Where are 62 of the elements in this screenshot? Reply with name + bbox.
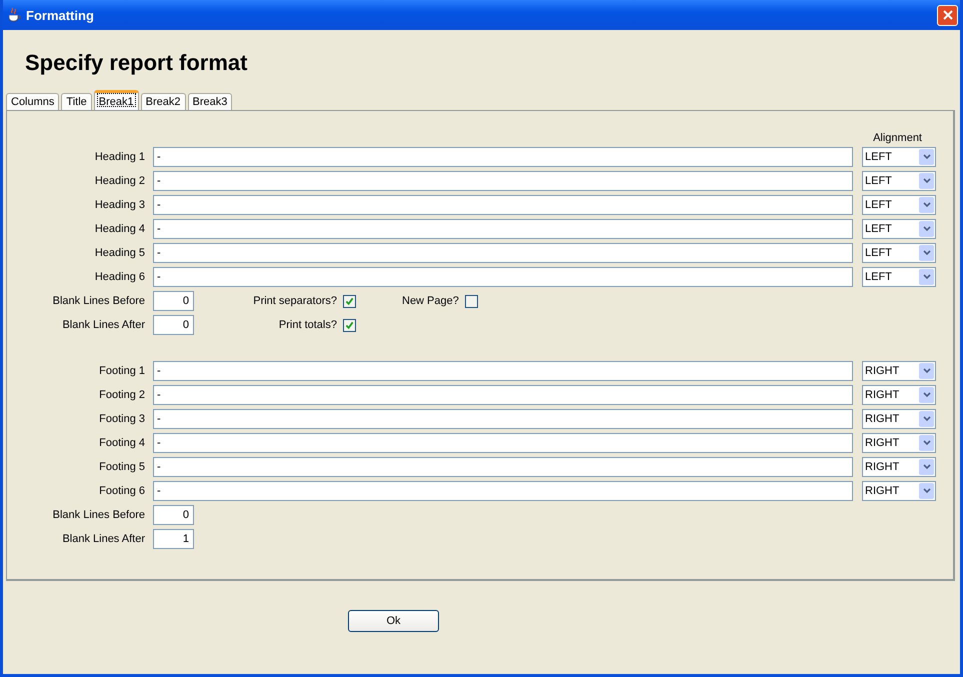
text-field[interactable]: - xyxy=(153,409,853,429)
alignment-dropdown[interactable]: LEFT xyxy=(862,195,936,215)
text-field[interactable]: - xyxy=(153,195,853,215)
checkbox[interactable] xyxy=(343,294,356,308)
window-title: Formatting xyxy=(26,8,94,22)
text-field[interactable]: - xyxy=(153,457,853,477)
field-label: Footing 1 xyxy=(98,365,145,377)
number-field[interactable]: 0 xyxy=(153,505,194,525)
field-label: Heading 6 xyxy=(94,271,145,283)
checkbox-label: Print totals? xyxy=(278,319,337,331)
tab[interactable]: Break3 xyxy=(188,93,232,110)
field-label: Blank Lines After xyxy=(61,319,145,331)
text-field[interactable]: - xyxy=(153,243,853,263)
field-label: Footing 2 xyxy=(98,389,145,401)
alignment-dropdown[interactable]: RIGHT xyxy=(862,361,936,381)
field-label: Blank Lines After xyxy=(61,533,145,545)
alignment-dropdown[interactable]: LEFT xyxy=(862,267,936,287)
checkbox[interactable] xyxy=(343,318,356,332)
field-label: Footing 4 xyxy=(98,437,145,449)
alignment-dropdown[interactable]: RIGHT xyxy=(862,433,936,453)
field-label: Footing 6 xyxy=(98,485,145,497)
alignment-dropdown[interactable]: RIGHT xyxy=(862,409,936,429)
alignment-dropdown[interactable]: LEFT xyxy=(862,243,936,263)
field-label: Heading 1 xyxy=(94,151,145,163)
alignment-dropdown[interactable]: LEFT xyxy=(862,219,936,239)
tab[interactable]: Title xyxy=(61,93,92,110)
text-field[interactable]: - xyxy=(153,171,853,191)
text-field[interactable]: - xyxy=(153,267,853,287)
coffee-cup-icon xyxy=(7,7,21,23)
field-label: Heading 4 xyxy=(94,223,145,235)
field-label: Heading 3 xyxy=(94,199,145,211)
tab[interactable]: Break2 xyxy=(140,93,186,110)
field-label: Blank Lines Before xyxy=(52,295,145,307)
field-label: Blank Lines Before xyxy=(52,509,145,521)
alignment-dropdown[interactable]: RIGHT xyxy=(862,481,936,501)
text-field[interactable]: - xyxy=(153,147,853,167)
number-field[interactable]: 0 xyxy=(153,315,194,335)
alignment-dropdown[interactable]: LEFT xyxy=(862,147,936,167)
number-field[interactable]: 0 xyxy=(153,291,194,311)
field-label: Heading 2 xyxy=(94,175,145,187)
alignment-dropdown[interactable]: RIGHT xyxy=(862,385,936,405)
field-label: Heading 5 xyxy=(94,247,145,259)
text-field[interactable]: - xyxy=(153,433,853,453)
checkbox-label: New Page? xyxy=(402,295,459,307)
tab[interactable]: Columns xyxy=(6,93,60,110)
text-field[interactable]: - xyxy=(153,219,853,239)
field-label: Footing 3 xyxy=(98,413,145,425)
number-field[interactable]: 1 xyxy=(153,529,194,549)
page-heading: Specify report format xyxy=(25,50,248,76)
column-header: Alignment xyxy=(873,132,922,144)
text-field[interactable]: - xyxy=(153,361,853,381)
field-label: Footing 5 xyxy=(98,461,145,473)
checkbox-label: Print separators? xyxy=(253,295,337,307)
checkbox[interactable] xyxy=(464,294,478,308)
text-field[interactable]: - xyxy=(153,481,853,501)
text-field[interactable]: - xyxy=(153,385,853,405)
alignment-dropdown[interactable]: RIGHT xyxy=(862,457,936,477)
alignment-dropdown[interactable]: LEFT xyxy=(862,171,936,191)
ok-button[interactable]: Ok xyxy=(348,610,439,632)
close-icon xyxy=(942,10,952,20)
close-button[interactable] xyxy=(937,4,958,26)
tab[interactable]: Break1 xyxy=(94,90,139,110)
